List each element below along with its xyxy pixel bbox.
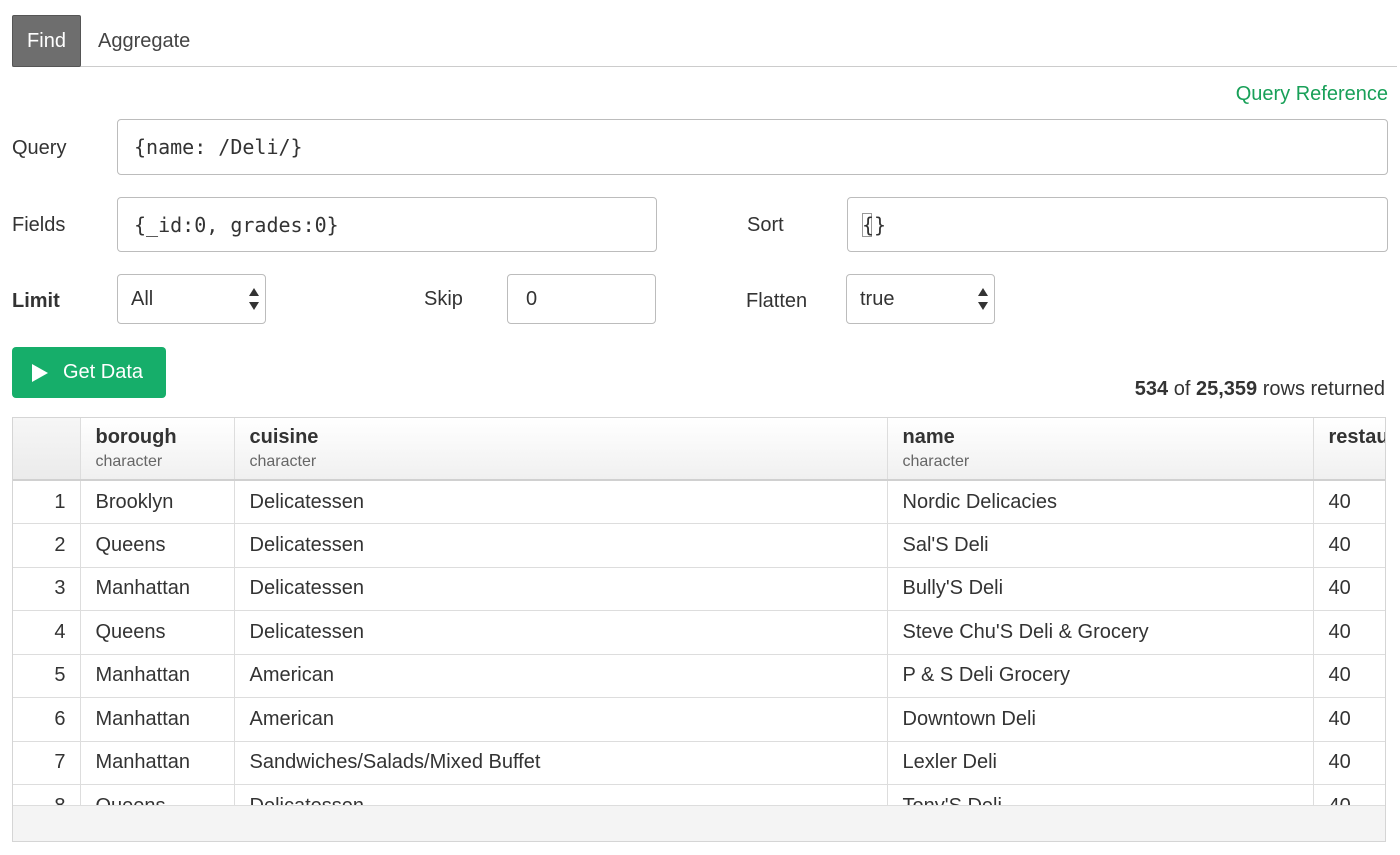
row-number: 3 xyxy=(13,567,81,611)
rows-of: of xyxy=(1173,378,1191,400)
column-header-name[interactable]: name character xyxy=(887,418,1314,481)
table-row[interactable]: 6 Manhattan American Downtown Deli 40 xyxy=(13,697,1385,742)
limit-value: All xyxy=(131,287,154,310)
get-data-button[interactable]: Get Data xyxy=(12,347,166,398)
column-name: name xyxy=(902,426,955,448)
grid-footer xyxy=(13,805,1385,841)
column-type: character xyxy=(95,453,163,470)
cell-restaurant-id: 40 xyxy=(1313,654,1385,698)
cell-borough: Manhattan xyxy=(80,567,235,611)
cell-borough: Manhattan xyxy=(80,654,235,698)
column-type: character xyxy=(249,453,317,470)
cell-cuisine: Delicatessen xyxy=(234,567,888,611)
query-input[interactable]: {name: /Deli/} xyxy=(117,119,1388,175)
get-data-label: Get Data xyxy=(63,361,144,383)
tab-aggregate[interactable]: Aggregate xyxy=(98,15,190,67)
table-row[interactable]: 3 Manhattan Delicatessen Bully'S Deli 40 xyxy=(13,567,1385,611)
cell-restaurant-id: 40 xyxy=(1313,480,1385,524)
data-grid[interactable]: borough character cuisine character name… xyxy=(12,417,1386,842)
play-icon xyxy=(32,363,48,382)
skip-value: 0 xyxy=(526,287,538,310)
column-name: cuisine xyxy=(249,426,319,448)
skip-label: Skip xyxy=(424,288,463,310)
sort-value: {} xyxy=(862,212,887,237)
query-label: Query xyxy=(12,137,67,159)
cell-cuisine: Delicatessen xyxy=(234,480,888,524)
query-reference-link[interactable]: Query Reference xyxy=(1236,83,1388,106)
column-name: borough xyxy=(95,426,177,448)
query-mode-tabs: Find Aggregate xyxy=(12,15,1397,67)
row-number: 2 xyxy=(13,523,81,568)
table-row[interactable]: 7 Manhattan Sandwiches/Salads/Mixed Buff… xyxy=(13,741,1385,785)
column-name: restaurant_id xyxy=(1328,426,1386,448)
table-row[interactable]: 5 Manhattan American P & S Deli Grocery … xyxy=(13,654,1385,698)
cell-cuisine: Delicatessen xyxy=(234,523,888,568)
cell-borough: Brooklyn xyxy=(80,480,235,524)
cell-borough: Manhattan xyxy=(80,697,235,742)
column-header-cuisine[interactable]: cuisine character xyxy=(234,418,888,481)
column-header-borough[interactable]: borough character xyxy=(80,418,235,481)
cell-name: Bully'S Deli xyxy=(887,567,1314,611)
cell-name: Nordic Delicacies xyxy=(887,480,1314,524)
cell-borough: Queens xyxy=(80,523,235,568)
cell-restaurant-id: 40 xyxy=(1313,741,1385,785)
tab-find[interactable]: Find xyxy=(12,15,81,67)
cell-cuisine: American xyxy=(234,697,888,742)
fields-input[interactable]: {_id:0, grades:0} xyxy=(117,197,657,252)
flatten-label: Flatten xyxy=(746,290,808,312)
table-row[interactable]: 2 Queens Delicatessen Sal'S Deli 40 xyxy=(13,523,1385,568)
cell-restaurant-id: 40 xyxy=(1313,610,1385,655)
rows-returned-status: 534 of 25,359 rows returned xyxy=(1135,378,1385,401)
query-value: {name: /Deli/} xyxy=(134,135,303,159)
column-type: character xyxy=(902,453,970,470)
cell-borough: Manhattan xyxy=(80,741,235,785)
cell-cuisine: Delicatessen xyxy=(234,610,888,655)
rows-total: 25,359 xyxy=(1195,378,1258,400)
row-number: 1 xyxy=(13,480,81,524)
cell-cuisine: Sandwiches/Salads/Mixed Buffet xyxy=(234,741,888,785)
row-number: 5 xyxy=(13,654,81,698)
row-number-header xyxy=(13,418,81,481)
column-header-restaurant-id[interactable]: restaurant_id xyxy=(1313,418,1386,481)
skip-input[interactable]: 0 xyxy=(507,274,656,324)
row-number: 4 xyxy=(13,610,81,655)
flatten-select[interactable]: true xyxy=(846,274,995,324)
cell-cuisine: American xyxy=(234,654,888,698)
select-arrows-icon xyxy=(978,288,988,310)
flatten-value: true xyxy=(860,287,895,310)
fields-label: Fields xyxy=(12,214,66,236)
results-table: borough character cuisine character name… xyxy=(13,418,1386,829)
rows-suffix: rows returned xyxy=(1262,378,1385,400)
rows-count: 534 xyxy=(1134,378,1169,400)
table-row[interactable]: 4 Queens Delicatessen Steve Chu'S Deli &… xyxy=(13,610,1385,655)
limit-select[interactable]: All xyxy=(117,274,266,324)
select-arrows-icon xyxy=(249,288,259,310)
cell-restaurant-id: 40 xyxy=(1313,523,1385,568)
cell-restaurant-id: 40 xyxy=(1313,567,1385,611)
row-number: 6 xyxy=(13,697,81,742)
limit-label: Limit xyxy=(12,290,60,312)
sort-input[interactable]: {} xyxy=(847,197,1388,252)
cell-name: Sal'S Deli xyxy=(887,523,1314,568)
row-number: 7 xyxy=(13,741,81,785)
fields-value: {_id:0, grades:0} xyxy=(134,212,339,237)
table-row[interactable]: 1 Brooklyn Delicatessen Nordic Delicacie… xyxy=(13,480,1385,524)
table-header-row: borough character cuisine character name… xyxy=(13,418,1386,481)
cell-borough: Queens xyxy=(80,610,235,655)
cell-name: Downtown Deli xyxy=(887,697,1314,742)
cell-name: P & S Deli Grocery xyxy=(887,654,1314,698)
cell-name: Steve Chu'S Deli & Grocery xyxy=(887,610,1314,655)
cell-name: Lexler Deli xyxy=(887,741,1314,785)
sort-label: Sort xyxy=(747,214,784,236)
cell-restaurant-id: 40 xyxy=(1313,697,1385,742)
